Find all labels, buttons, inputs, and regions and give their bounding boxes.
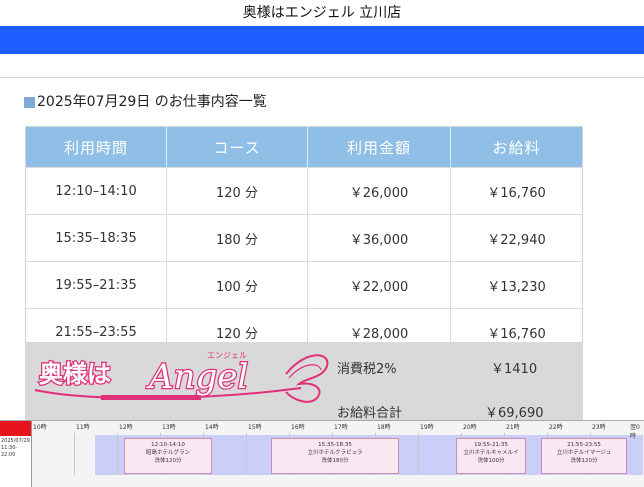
job-hotel: 昭島ホテルグラン [145,450,190,456]
column-header: コース [166,126,308,168]
hour-gridline [74,433,75,475]
hour-label: 22時 [549,424,563,431]
time-cell: 12:10–14:10 [25,167,167,215]
job-hotel: 立川ホテルキャメルイ [463,450,519,456]
job-hotel: 立川ホテルクラピュラ [307,450,363,456]
work-table: 利用時間 コース 利用金額 お給料 12:10–14:10 120 分 ￥26,… [25,126,583,356]
job-hotel: 立川ホテルイマージュ [556,450,612,456]
hour-label: 18時 [377,424,391,431]
table-header-row: 利用時間 コース 利用金額 お給料 [25,126,583,168]
table-row: 19:55–21:35 100 分 ￥22,000 ￥13,230 [25,261,583,309]
job-time: 12:10-14:10 [151,442,185,448]
hour-gridline [418,433,419,475]
table-row: 15:35–18:35 180 分 ￥36,000 ￥22,940 [25,214,583,262]
hour-label: 14時 [205,424,219,431]
timeline-job-block[interactable]: 21:55-23:55 立川ホテルイマージュ 洗体120分 [541,438,627,474]
time-cell: 19:55–21:35 [25,261,167,309]
hour-label: 12時 [119,424,133,431]
course-cell: 120 分 [166,167,308,215]
timeline-job-block[interactable]: 12:10-14:10 昭島ホテルグラン 洗体120分 [124,438,212,474]
hour-label: 11時 [76,424,90,431]
hour-label: 15時 [248,424,262,431]
job-course: 洗体180分 [321,458,349,464]
square-bullet-icon [24,96,35,108]
logo-small-text: エンジェル [207,351,247,360]
salary-cell: ￥16,760 [450,167,583,215]
hour-label: 17時 [334,424,348,431]
job-time: 15:35-18:35 [318,442,352,448]
job-course: 洗体120分 [154,458,182,464]
tax-value: ￥1410 [491,362,538,377]
job-course: 洗体120分 [570,458,598,464]
summary-panel: 奥様は Angel エンジェル 消費税2% ￥1410 お給料合計 ￥69,69… [25,342,583,422]
time-cell: 15:35–18:35 [25,214,167,262]
job-time: 21:55-23:55 [567,442,601,448]
hour-label: 19時 [420,424,434,431]
section-heading: 2025年07月29日 のお仕事内容一覧 [24,92,267,112]
page-title: 奥様はエンジェル 立川店 [242,5,402,21]
hour-label: 翌0時 [630,424,640,440]
timeline-job-block[interactable]: 15:35-18:35 立川ホテルクラピュラ 洗体180分 [271,438,399,474]
amount-cell: ￥36,000 [307,214,451,262]
job-course: 洗体100分 [477,458,505,464]
tax-label: 消費税2% [337,362,397,377]
timeline-range-text: 11:30-22:00 [1,445,18,458]
amount-cell: ￥22,000 [307,261,451,309]
wing-swirl-icon [285,354,329,403]
hour-label: 20時 [463,424,477,431]
hour-label: 13時 [162,424,176,431]
column-header: 利用時間 [25,126,167,168]
divider [0,77,644,78]
column-header: お給料 [450,126,583,168]
salary-cell: ￥13,230 [450,261,583,309]
hour-label: 16時 [291,424,305,431]
section-heading-text: 2025年07月29日 のお仕事内容一覧 [37,94,267,110]
total-label: お給料合計 [337,406,403,421]
logo-script-text: Angel [146,357,248,397]
hour-label: 21時 [506,424,520,431]
schedule-timeline: 2025/07/29 11:30-22:00 10時 11時 12時 13時 1… [0,420,644,487]
salary-cell: ￥22,940 [450,214,583,262]
timeline-date-text: 2025/07/29 [1,438,30,444]
angel-logo: 奥様は Angel エンジェル [34,351,329,403]
hour-label: 10時 [33,424,47,431]
timeline-date: 2025/07/29 11:30-22:00 [1,438,31,459]
timeline-date-column: 2025/07/29 11:30-22:00 [0,421,32,487]
course-cell: 100 分 [166,261,308,309]
total-value: ￥69,690 [485,406,544,421]
timeline-job-block[interactable]: 19:55-21:35 立川ホテルキャメルイ 洗体100分 [456,438,526,474]
hour-label: 23時 [592,424,606,431]
logo-main-text: 奥様は [39,360,111,388]
course-cell: 180 分 [166,214,308,262]
timeline-marker [0,421,31,436]
amount-cell: ￥26,000 [307,167,451,215]
column-header: 利用金額 [307,126,451,168]
header-bar [0,26,644,54]
job-time: 19:55-21:35 [474,442,508,448]
table-row: 12:10–14:10 120 分 ￥26,000 ￥16,760 [25,167,583,215]
hour-gridline [246,433,247,475]
hour-gridline [117,433,118,475]
